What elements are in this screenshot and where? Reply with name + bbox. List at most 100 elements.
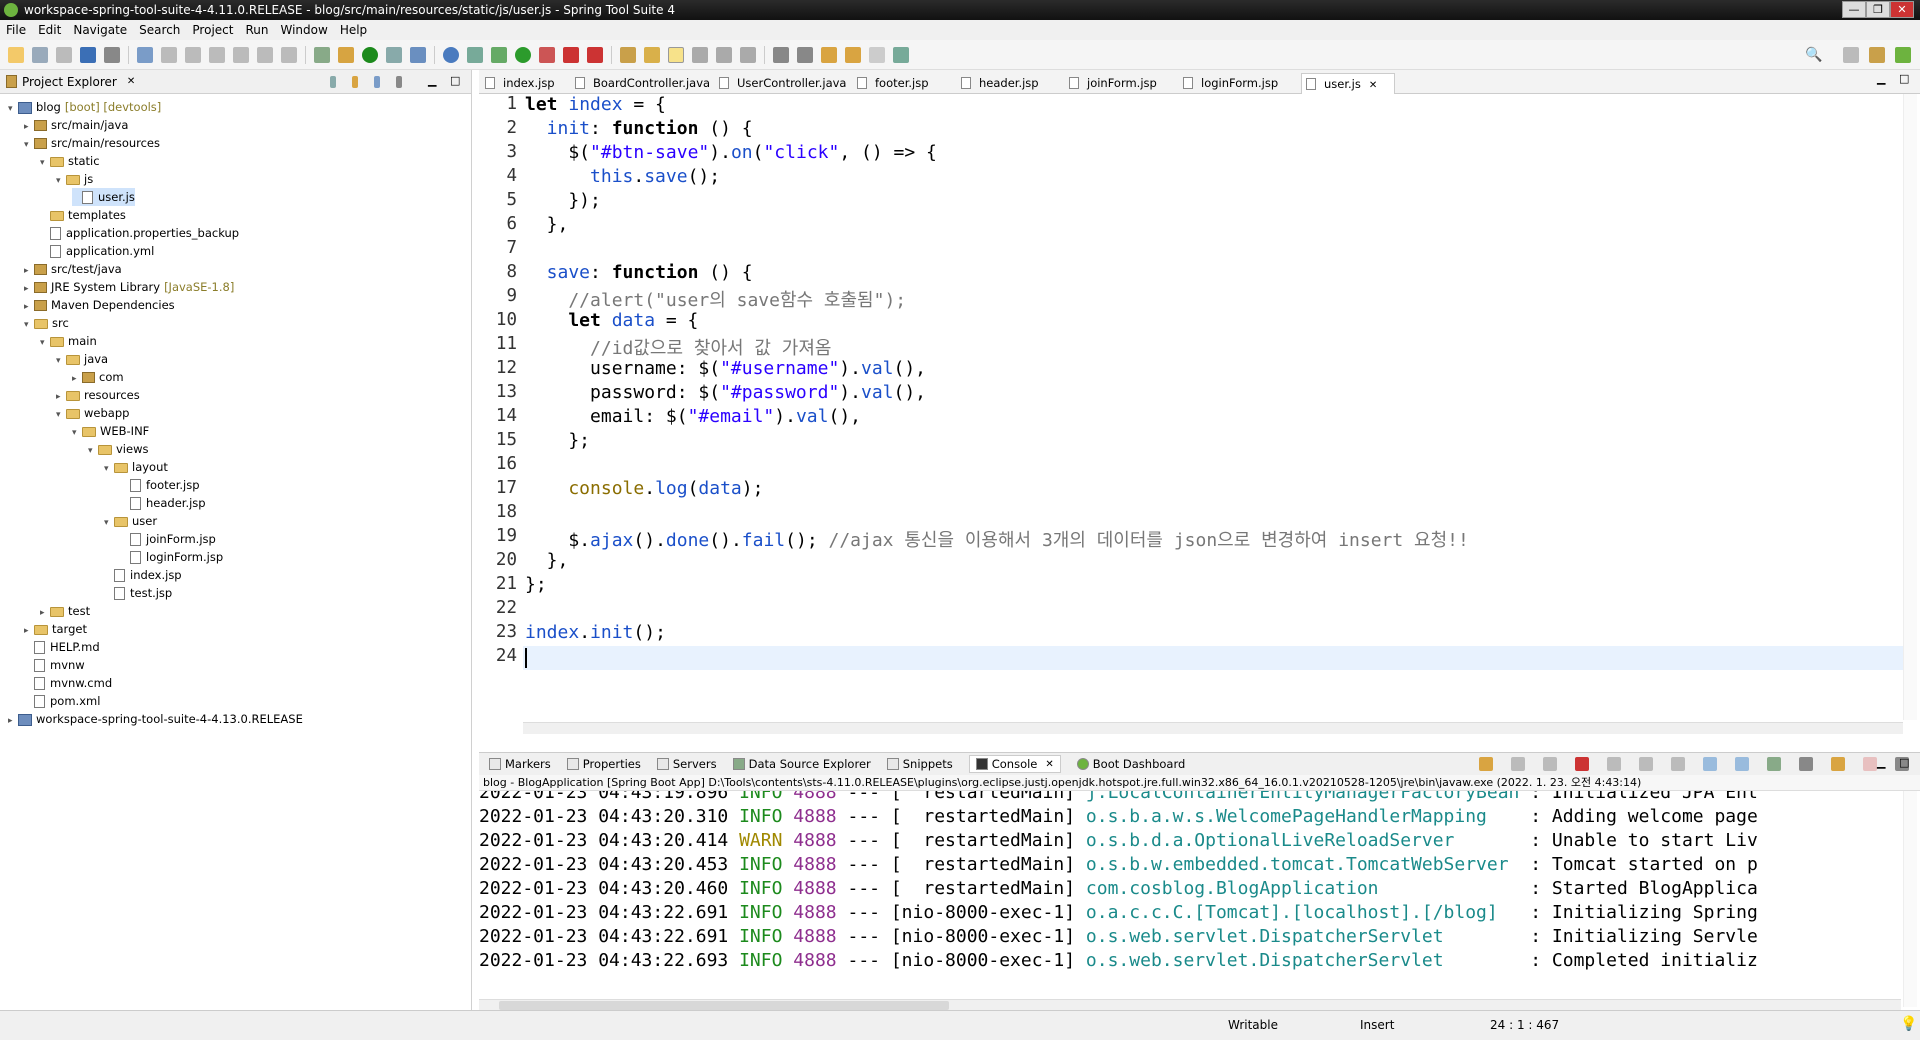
- tree-item-pom-xml[interactable]: pom.xml: [24, 692, 100, 710]
- menu-edit[interactable]: Edit: [38, 23, 61, 37]
- toggle-icon[interactable]: [1863, 757, 1877, 771]
- pin-editor-icon[interactable]: [893, 46, 909, 63]
- tree-item-resources[interactable]: ▸ resources: [56, 386, 140, 404]
- expand-toggle-icon[interactable]: ▾: [56, 172, 66, 190]
- expand-toggle-icon[interactable]: ▸: [8, 712, 18, 730]
- relaunch-icon[interactable]: [1479, 757, 1493, 771]
- tab-snippets[interactable]: Snippets: [886, 757, 953, 771]
- maximize-view-icon[interactable]: □: [1899, 756, 1909, 769]
- minimize-button[interactable]: —: [1842, 1, 1866, 18]
- expand-toggle-icon[interactable]: ▾: [8, 100, 18, 118]
- word-wrap-icon[interactable]: [1671, 757, 1685, 771]
- expand-toggle-icon[interactable]: ▾: [56, 352, 66, 370]
- tree-item-footer-jsp[interactable]: footer.jsp: [120, 476, 200, 494]
- display-console-icon[interactable]: [1799, 757, 1813, 771]
- maximize-button[interactable]: ❐: [1866, 1, 1890, 18]
- tree-item-layout[interactable]: ▾ layout: [104, 458, 168, 476]
- tree-item-src[interactable]: ▾ src: [24, 314, 69, 332]
- tree-item-test-jsp[interactable]: test.jsp: [104, 584, 172, 602]
- menu-project[interactable]: Project: [192, 23, 233, 37]
- tree-item-mvnw[interactable]: mvnw: [24, 656, 85, 674]
- next-annotation-icon[interactable]: [773, 46, 789, 63]
- tree-item-main[interactable]: ▾ main: [40, 332, 97, 350]
- show-stderr-icon[interactable]: [1735, 757, 1749, 771]
- disconnect-icon[interactable]: [209, 46, 225, 63]
- link-editor-icon[interactable]: [352, 76, 358, 88]
- scroll-thumb[interactable]: [499, 1001, 949, 1010]
- tab-header-jsp[interactable]: header.jsp: [957, 73, 1061, 94]
- tree-item-static[interactable]: ▾ static: [40, 152, 100, 170]
- new-project-icon[interactable]: [386, 46, 402, 63]
- tab-loginform-jsp[interactable]: loginForm.jsp: [1179, 73, 1297, 94]
- pin-console-icon[interactable]: [1767, 757, 1781, 771]
- tree-item-application-properties-backup[interactable]: application.properties_backup: [40, 224, 239, 242]
- tab-markers[interactable]: Markers: [489, 757, 551, 771]
- tree-item-workspace-spring-tool-suite-4-4-13-0-release[interactable]: ▸ workspace-spring-tool-suite-4-4.13.0.RE…: [8, 710, 303, 728]
- skip-breakpoints-icon[interactable]: [314, 46, 330, 63]
- step-return-icon[interactable]: [281, 46, 297, 63]
- expand-toggle-icon[interactable]: ▾: [56, 406, 66, 424]
- search-icon[interactable]: 🔍: [1805, 47, 1822, 63]
- step-over-icon[interactable]: [257, 46, 273, 63]
- tree-item-src-test-java[interactable]: ▸ src/test/java: [24, 260, 122, 278]
- tree-item-src-main-resources[interactable]: ▾ src/main/resources: [24, 134, 160, 152]
- close-icon[interactable]: ✕: [127, 76, 135, 87]
- resume-icon[interactable]: [137, 46, 153, 63]
- word-wrap-icon[interactable]: [716, 46, 732, 63]
- stop-icon[interactable]: [185, 46, 201, 63]
- vertical-scrollbar[interactable]: [1903, 94, 1917, 720]
- menu-navigate[interactable]: Navigate: [73, 23, 127, 37]
- save-icon[interactable]: [32, 46, 48, 63]
- tree-item-maven-dependencies[interactable]: ▸ Maven Dependencies: [24, 296, 175, 314]
- collapse-all-icon[interactable]: [330, 76, 336, 88]
- tab-joinform-jsp[interactable]: joinForm.jsp: [1065, 73, 1175, 94]
- tree-item-user[interactable]: ▾ user: [104, 512, 157, 530]
- save-all-icon[interactable]: [56, 46, 72, 63]
- back-icon[interactable]: [845, 46, 861, 63]
- clear-console-icon[interactable]: [1607, 757, 1621, 771]
- tab-index-jsp[interactable]: index.jsp: [481, 73, 569, 94]
- gear-icon[interactable]: [104, 46, 120, 63]
- tree-item-joinform-jsp[interactable]: joinForm.jsp: [120, 530, 216, 548]
- expand-toggle-icon[interactable]: ▾: [24, 316, 34, 334]
- tree-item-templates[interactable]: templates: [40, 206, 126, 224]
- tab-usercontroller-java[interactable]: UserController.java: [715, 73, 849, 94]
- open-perspective-icon[interactable]: [1843, 47, 1859, 63]
- run-external-icon[interactable]: [587, 46, 603, 63]
- tree-item-test[interactable]: ▸ test: [40, 602, 90, 620]
- minimize-view-icon[interactable]: ▁: [428, 74, 436, 87]
- expand-toggle-icon[interactable]: ▾: [24, 136, 34, 154]
- tree-item-java[interactable]: ▾ java: [56, 350, 108, 368]
- maximize-view-icon[interactable]: □: [450, 74, 460, 87]
- tree-item-views[interactable]: ▾ views: [88, 440, 148, 458]
- maximize-editor-icon[interactable]: □: [1899, 72, 1909, 85]
- tree-item-loginform-jsp[interactable]: loginForm.jsp: [120, 548, 223, 566]
- open-type-icon[interactable]: [467, 46, 483, 63]
- tab-user-js[interactable]: user.js ✕: [1301, 73, 1395, 94]
- expand-toggle-icon[interactable]: ▾: [88, 442, 98, 460]
- tab-console[interactable]: Console ✕: [968, 755, 1061, 773]
- tab-servers[interactable]: Servers: [656, 757, 717, 771]
- expand-toggle-icon[interactable]: ▾: [72, 424, 82, 442]
- coverage-icon[interactable]: [539, 46, 555, 63]
- tab-data-source-explorer[interactable]: Data Source Explorer: [732, 757, 871, 771]
- lightbulb-icon[interactable]: 💡: [1900, 1016, 1917, 1032]
- expand-toggle-icon[interactable]: ▾: [40, 334, 50, 352]
- menu-file[interactable]: File: [6, 23, 26, 37]
- minimize-view-icon[interactable]: ▁: [1877, 756, 1885, 769]
- expand-toggle-icon[interactable]: ▾: [104, 460, 114, 478]
- new-class-icon[interactable]: [410, 46, 426, 63]
- globe-icon[interactable]: [443, 46, 459, 63]
- tab-boot-dashboard[interactable]: Boot Dashboard: [1076, 757, 1185, 771]
- debug-icon[interactable]: [491, 46, 507, 63]
- java-perspective-icon[interactable]: [1869, 47, 1885, 63]
- show-stdout-icon[interactable]: [1703, 757, 1717, 771]
- terminal-icon[interactable]: [80, 46, 96, 63]
- tree-item-mvnw-cmd[interactable]: mvnw.cmd: [24, 674, 112, 692]
- terminate-icon[interactable]: [1575, 757, 1589, 771]
- remove-launch-icon[interactable]: [1511, 757, 1525, 771]
- suspend-icon[interactable]: [161, 46, 177, 63]
- open-folder-icon[interactable]: [620, 46, 636, 63]
- horizontal-scrollbar[interactable]: [523, 722, 1903, 734]
- close-window-button[interactable]: ✕: [1890, 1, 1914, 18]
